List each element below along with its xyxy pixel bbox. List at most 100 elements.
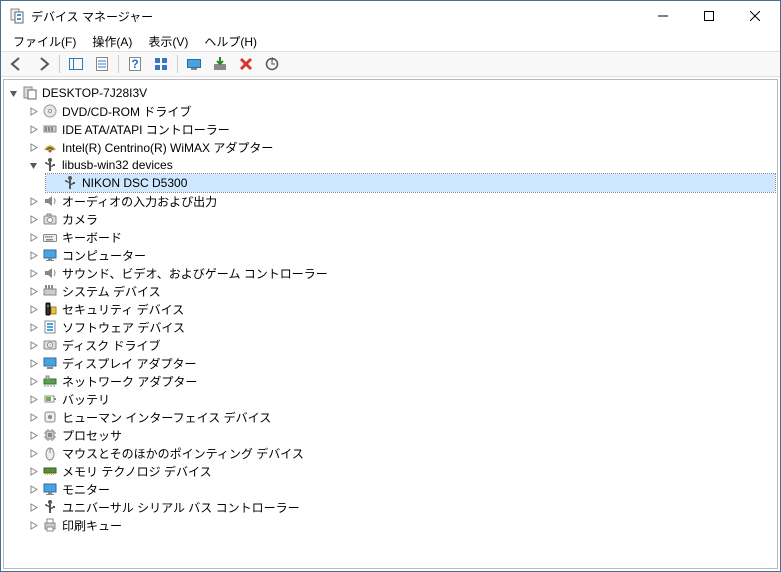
tree-category-row[interactable]: ヒューマン インターフェイス デバイス (26, 408, 775, 426)
tree-category-row[interactable]: ディスク ドライブ (26, 336, 775, 354)
tree-category-label: ネットワーク アダプター (62, 373, 197, 390)
expand-icon[interactable] (26, 302, 40, 316)
expand-icon[interactable] (26, 464, 40, 478)
expand-icon[interactable] (26, 374, 40, 388)
expand-icon[interactable] (26, 140, 40, 154)
expand-icon[interactable] (26, 338, 40, 352)
close-button[interactable] (732, 1, 778, 31)
expand-icon[interactable] (26, 212, 40, 226)
tree-category-label: DVD/CD-ROM ドライブ (62, 103, 191, 120)
help-button[interactable]: ? (123, 53, 147, 75)
tree-category-row[interactable]: DVD/CD-ROM ドライブ (26, 102, 775, 120)
tree-category-row[interactable]: 印刷キュー (26, 516, 775, 534)
tree-category-label: IDE ATA/ATAPI コントローラー (62, 121, 230, 138)
tree-category-row[interactable]: モニター (26, 480, 775, 498)
title-bar: デバイス マネージャー (1, 1, 780, 31)
forward-arrow-icon (35, 56, 51, 72)
tree-category-label: モニター (62, 481, 110, 498)
svg-text:?: ? (131, 57, 138, 71)
maximize-button[interactable] (686, 1, 732, 31)
audio-icon (42, 265, 58, 281)
update-driver-button[interactable] (182, 53, 206, 75)
expand-icon[interactable] (26, 230, 40, 244)
tree-category-row[interactable]: libusb-win32 devices (26, 156, 775, 174)
system-icon (42, 283, 58, 299)
collapse-icon[interactable] (6, 86, 20, 100)
tree-category-row[interactable]: サウンド、ビデオ、およびゲーム コントローラー (26, 264, 775, 282)
tree-category-row[interactable]: キーボード (26, 228, 775, 246)
tree-category-row[interactable]: カメラ (26, 210, 775, 228)
expand-icon[interactable] (26, 320, 40, 334)
monitor-icon (42, 247, 58, 263)
tree-category-row[interactable]: Intel(R) Centrino(R) WiMAX アダプター (26, 138, 775, 156)
printer-icon (42, 517, 58, 533)
usb-icon (42, 157, 58, 173)
expand-icon[interactable] (26, 428, 40, 442)
tree-category-row[interactable]: IDE ATA/ATAPI コントローラー (26, 120, 775, 138)
usb-icon (62, 175, 78, 191)
expand-icon[interactable] (26, 284, 40, 298)
keyboard-icon (42, 229, 58, 245)
expand-icon[interactable] (26, 446, 40, 460)
expand-icon[interactable] (26, 500, 40, 514)
disc-icon (42, 103, 58, 119)
tree-category-label: マウスとそのほかのポインティング デバイス (62, 445, 304, 462)
expand-icon[interactable] (26, 194, 40, 208)
menu-bar: ファイル(F) 操作(A) 表示(V) ヘルプ(H) (1, 31, 780, 51)
battery-icon (42, 391, 58, 407)
memory-icon (42, 463, 58, 479)
network-icon (42, 373, 58, 389)
device-tree: DESKTOP-7J28I3V DVD/CD-ROM ドライブIDE ATA/A… (6, 84, 775, 534)
tree-category-label: libusb-win32 devices (62, 158, 173, 172)
show-hide-console-button[interactable] (64, 53, 88, 75)
tree-category-row[interactable]: システム デバイス (26, 282, 775, 300)
collapse-icon[interactable] (26, 158, 40, 172)
scan-icon (264, 56, 280, 72)
tree-device-label: NIKON DSC D5300 (82, 176, 187, 190)
tree-category-row[interactable]: コンピューター (26, 246, 775, 264)
expand-icon[interactable] (26, 356, 40, 370)
hid-icon (42, 409, 58, 425)
tree-category-row[interactable]: マウスとそのほかのポインティング デバイス (26, 444, 775, 462)
menu-file[interactable]: ファイル(F) (5, 31, 84, 52)
expand-icon[interactable] (26, 392, 40, 406)
tree-category-row[interactable]: セキュリティ デバイス (26, 300, 775, 318)
back-button[interactable] (5, 53, 29, 75)
tree-category-row[interactable]: ディスプレイ アダプター (26, 354, 775, 372)
menu-action[interactable]: 操作(A) (84, 31, 140, 52)
cpu-icon (42, 427, 58, 443)
device-tree-panel[interactable]: DESKTOP-7J28I3V DVD/CD-ROM ドライブIDE ATA/A… (3, 79, 778, 569)
expand-icon[interactable] (26, 482, 40, 496)
tree-category-label: キーボード (62, 229, 122, 246)
tree-category-row[interactable]: オーディオの入力および出力 (26, 192, 775, 210)
tree-root-row[interactable]: DESKTOP-7J28I3V (6, 84, 775, 102)
tree-category-row[interactable]: バッテリ (26, 390, 775, 408)
view-button[interactable] (149, 53, 173, 75)
tree-category-row[interactable]: ユニバーサル シリアル バス コントローラー (26, 498, 775, 516)
uninstall-device-button[interactable] (234, 53, 258, 75)
tree-device-row[interactable]: NIKON DSC D5300 (46, 174, 775, 192)
expand-icon[interactable] (26, 266, 40, 280)
tree-root-label: DESKTOP-7J28I3V (42, 86, 147, 100)
tree-category-row[interactable]: プロセッサ (26, 426, 775, 444)
properties-button[interactable] (90, 53, 114, 75)
tree-category-label: ディスプレイ アダプター (62, 355, 197, 372)
toolbar: ? (1, 51, 780, 77)
expand-icon[interactable] (26, 104, 40, 118)
expand-icon[interactable] (26, 248, 40, 262)
expand-icon[interactable] (26, 122, 40, 136)
app-icon (9, 8, 25, 24)
expand-icon[interactable] (26, 518, 40, 532)
forward-button[interactable] (31, 53, 55, 75)
enable-device-button[interactable] (208, 53, 232, 75)
tree-category-row[interactable]: ネットワーク アダプター (26, 372, 775, 390)
menu-view[interactable]: 表示(V) (140, 31, 196, 52)
tree-category-label: ディスク ドライブ (62, 337, 161, 354)
tree-category-row[interactable]: メモリ テクノロジ デバイス (26, 462, 775, 480)
menu-help[interactable]: ヘルプ(H) (196, 31, 265, 52)
scan-hardware-button[interactable] (260, 53, 284, 75)
close-icon (750, 11, 760, 21)
minimize-button[interactable] (640, 1, 686, 31)
expand-icon[interactable] (26, 410, 40, 424)
tree-category-row[interactable]: ソフトウェア デバイス (26, 318, 775, 336)
